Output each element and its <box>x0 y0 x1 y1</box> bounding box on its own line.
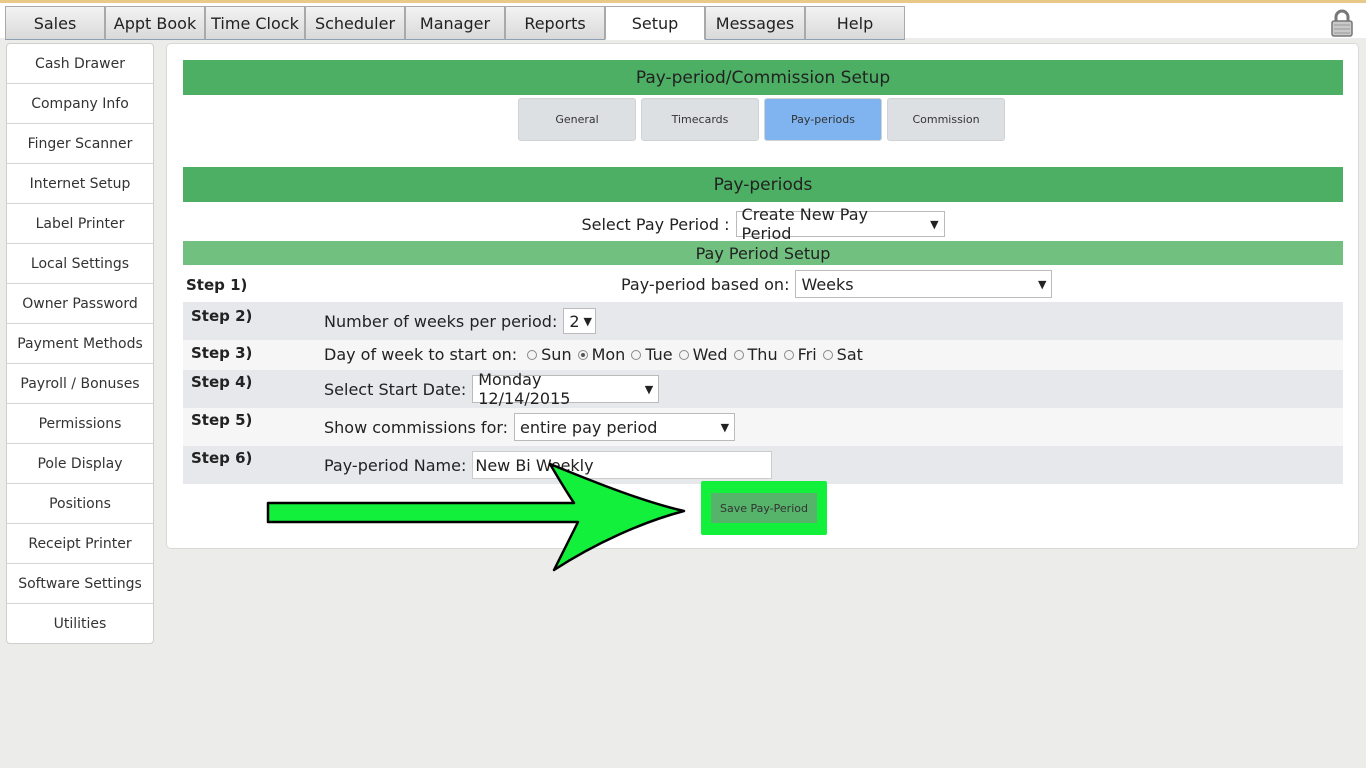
tab-time-clock[interactable]: Time Clock <box>205 6 305 40</box>
start-day-label: Day of week to start on: <box>324 345 518 364</box>
tab-help[interactable]: Help <box>805 6 905 40</box>
radio-fri[interactable]: Fri <box>783 345 817 364</box>
radio-sun-label: Sun <box>541 345 572 364</box>
radio-mon[interactable]: Mon <box>577 345 626 364</box>
select-pay-period-label: Select Pay Period : <box>581 214 730 234</box>
based-on-value: Weeks <box>801 274 854 294</box>
sidebar-item-utilities[interactable]: Utilities <box>7 604 153 643</box>
top-bar: Sales Appt Book Time Clock Scheduler Man… <box>0 0 1366 40</box>
chevron-down-icon: ▼ <box>583 314 593 328</box>
chevron-down-icon: ▼ <box>930 217 939 231</box>
step-4-row: Step 4) Select Start Date: Monday 12/14/… <box>183 370 1343 408</box>
subtab-general[interactable]: General <box>518 98 636 141</box>
radio-sat-label: Sat <box>836 345 863 364</box>
radio-sat-dot[interactable] <box>822 349 833 360</box>
save-button-highlight: Save Pay-Period <box>701 481 827 535</box>
weeks-per-period-value: 2 <box>569 311 580 331</box>
radio-mon-dot[interactable] <box>577 349 588 360</box>
based-on-select[interactable]: Weeks ▼ <box>795 270 1053 298</box>
step-6-label: Step 6) <box>191 449 253 467</box>
radio-tue-dot[interactable] <box>631 349 642 360</box>
step-5-row: Step 5) Show commissions for: entire pay… <box>183 408 1343 446</box>
sidebar-item-receipt-printer[interactable]: Receipt Printer <box>7 524 153 564</box>
radio-tue-label: Tue <box>645 345 673 364</box>
radio-sun-dot[interactable] <box>527 349 538 360</box>
section-title: Pay-periods <box>183 167 1343 202</box>
sidebar-item-positions[interactable]: Positions <box>7 484 153 524</box>
tab-appt-book[interactable]: Appt Book <box>105 6 205 40</box>
step-5-label: Step 5) <box>191 411 253 429</box>
radio-mon-label: Mon <box>591 345 626 364</box>
sidebar-item-owner-password[interactable]: Owner Password <box>7 284 153 324</box>
main-tabs: Sales Appt Book Time Clock Scheduler Man… <box>5 6 905 40</box>
arrow-right-icon <box>266 462 686 572</box>
start-date-label: Select Start Date: <box>324 379 467 399</box>
sub-tabs: General Timecards Pay-periods Commission <box>518 98 1005 141</box>
sidebar-item-finger-scanner[interactable]: Finger Scanner <box>7 124 153 164</box>
radio-sat[interactable]: Sat <box>822 345 863 364</box>
step-2-row: Step 2) Number of weeks per period: 2 ▼ <box>183 302 1343 340</box>
weeks-per-period-select[interactable]: 2 ▼ <box>563 308 597 334</box>
radio-thu-dot[interactable] <box>733 349 744 360</box>
sidebar-item-cash-drawer[interactable]: Cash Drawer <box>7 44 153 84</box>
step-1-row: Step 1) Pay-period based on: Weeks ▼ <box>183 266 1343 302</box>
chevron-down-icon: ▼ <box>720 420 730 434</box>
step-3-label: Step 3) <box>191 344 253 362</box>
tab-sales[interactable]: Sales <box>5 6 105 40</box>
show-commissions-select[interactable]: entire pay period ▼ <box>514 413 736 441</box>
radio-tue[interactable]: Tue <box>631 345 673 364</box>
sidebar-item-local-settings[interactable]: Local Settings <box>7 244 153 284</box>
pay-period-select-value: Create New Pay Period <box>741 205 868 243</box>
sidebar-item-payroll-bonuses[interactable]: Payroll / Bonuses <box>7 364 153 404</box>
step-4-label: Step 4) <box>191 373 253 391</box>
start-date-select[interactable]: Monday 12/14/2015 ▼ <box>472 370 660 408</box>
radio-wed[interactable]: Wed <box>678 345 728 364</box>
subtab-pay-periods[interactable]: Pay-periods <box>764 98 882 141</box>
sidebar-item-internet-setup[interactable]: Internet Setup <box>7 164 153 204</box>
step-1-label: Step 1) <box>186 276 248 294</box>
chevron-down-icon: ▼ <box>644 382 654 396</box>
show-commissions-value: entire pay period <box>520 417 658 437</box>
radio-wed-dot[interactable] <box>678 349 689 360</box>
setup-subheader: Pay Period Setup <box>183 241 1343 265</box>
sidebar-item-pole-display[interactable]: Pole Display <box>7 444 153 484</box>
step-2-label: Step 2) <box>191 307 253 325</box>
select-pay-period-row: Select Pay Period : Create New Pay Perio… <box>183 205 1343 243</box>
tab-messages[interactable]: Messages <box>705 6 805 40</box>
pay-period-select[interactable]: Create New Pay Period ▼ <box>735 205 945 243</box>
radio-sun[interactable]: Sun <box>527 345 572 364</box>
radio-thu[interactable]: Thu <box>733 345 778 364</box>
radio-fri-label: Fri <box>797 345 817 364</box>
weeks-per-period-label: Number of weeks per period: <box>324 311 558 331</box>
chevron-down-icon: ▼ <box>1037 277 1047 291</box>
subtab-timecards[interactable]: Timecards <box>641 98 759 141</box>
radio-fri-dot[interactable] <box>783 349 794 360</box>
based-on-label: Pay-period based on: <box>621 274 790 294</box>
radio-thu-label: Thu <box>747 345 778 364</box>
sidebar-item-permissions[interactable]: Permissions <box>7 404 153 444</box>
tab-scheduler[interactable]: Scheduler <box>305 6 405 40</box>
tab-reports[interactable]: Reports <box>505 6 605 40</box>
show-commissions-label: Show commissions for: <box>324 417 509 437</box>
setup-sidebar: Cash Drawer Company Info Finger Scanner … <box>6 43 154 644</box>
sidebar-item-software-settings[interactable]: Software Settings <box>7 564 153 604</box>
subtab-commission[interactable]: Commission <box>887 98 1005 141</box>
sidebar-item-payment-methods[interactable]: Payment Methods <box>7 324 153 364</box>
tab-manager[interactable]: Manager <box>405 6 505 40</box>
start-date-value: Monday 12/14/2015 <box>478 370 571 408</box>
radio-wed-label: Wed <box>692 345 728 364</box>
sidebar-item-label-printer[interactable]: Label Printer <box>7 204 153 244</box>
sidebar-item-company-info[interactable]: Company Info <box>7 84 153 124</box>
lock-icon[interactable] <box>1327 8 1357 38</box>
save-pay-period-button[interactable]: Save Pay-Period <box>711 493 817 523</box>
panel-title: Pay-period/Commission Setup <box>183 60 1343 95</box>
tab-setup[interactable]: Setup <box>605 6 705 40</box>
step-3-row: Step 3) Day of week to start on: Sun Mon… <box>183 340 1343 370</box>
